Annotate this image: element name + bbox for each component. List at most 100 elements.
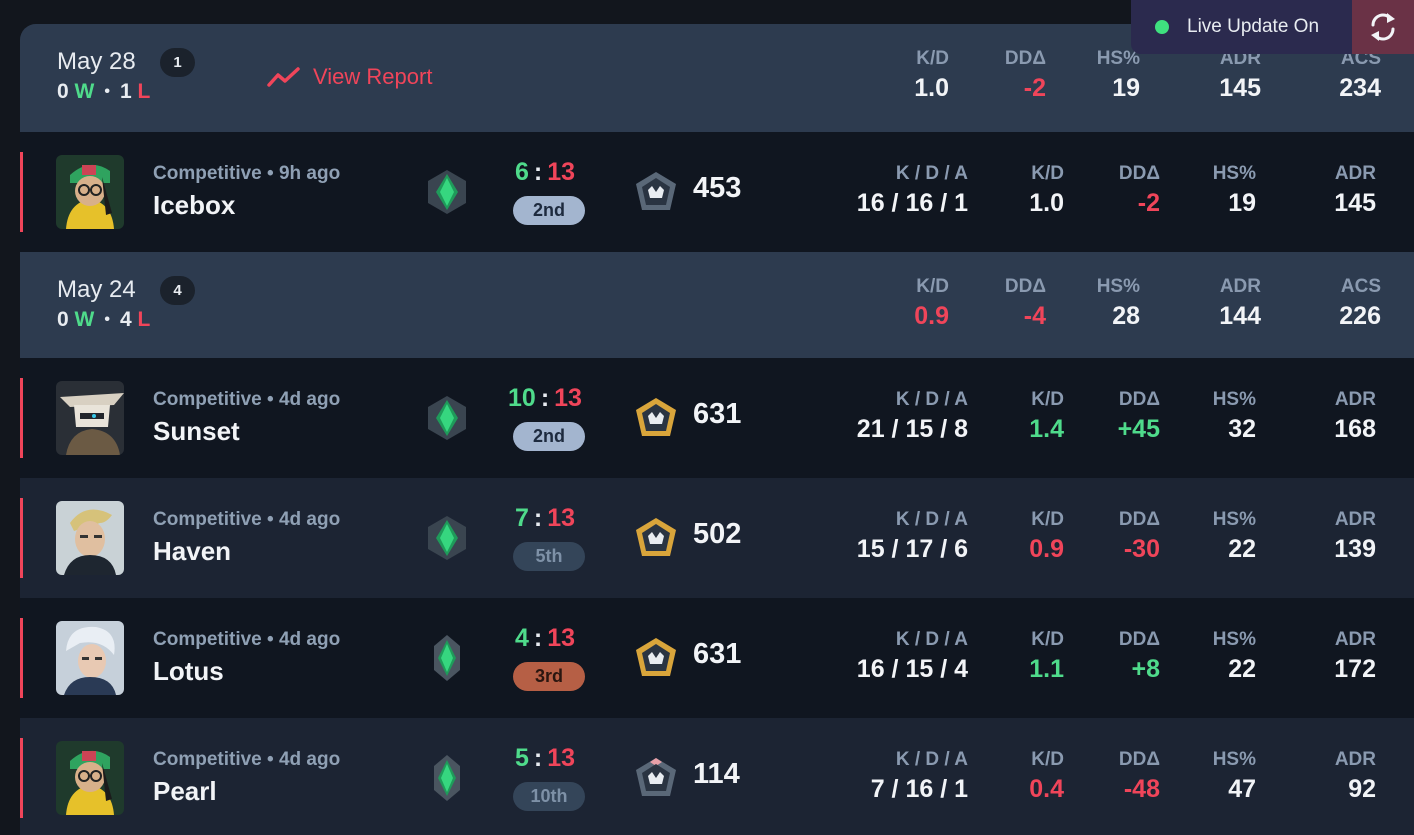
stat-value: -48 (1123, 775, 1160, 803)
opponent-score: 13 (547, 504, 576, 532)
score-separator: : (540, 384, 550, 412)
own-score: 6 (514, 158, 529, 186)
stat-value: +45 (1117, 415, 1160, 443)
losses-letter: L (137, 80, 151, 103)
wins-count: 0 (57, 80, 69, 103)
stat-value: 0.4 (1029, 775, 1064, 803)
match-row[interactable]: Competitive • 4d ago Sunset 10:13 2nd 63… (20, 358, 1414, 478)
match-row[interactable]: Competitive • 4d ago Haven 7:13 5th 502 … (20, 478, 1414, 598)
map-name: Haven (153, 536, 232, 566)
group-stat-kd: K/D 1.0 (914, 48, 949, 103)
stat-hs: HS% 22 (1213, 629, 1256, 684)
stat-label: K / D / A (895, 389, 968, 410)
stat-dd: DDΔ -2 (1119, 163, 1160, 218)
acs-value: 502 (693, 518, 742, 550)
match-mode-time: Competitive • 9h ago (153, 163, 341, 184)
stat-label: DDΔ (1004, 276, 1046, 297)
stat-label: ADR (1334, 163, 1376, 184)
stat-label: DDΔ (1118, 389, 1160, 410)
stat-kda: K / D / A 16 / 15 / 4 (857, 629, 968, 684)
score-separator: : (533, 744, 543, 772)
stat-value: 1.0 (914, 74, 949, 102)
acs-score-icon (636, 398, 676, 436)
rank-emerald-icon (428, 396, 466, 440)
stat-value: 21 / 15 / 8 (856, 415, 968, 443)
loss-indicator (20, 738, 23, 818)
group-stat-hs: HS% 28 (1097, 276, 1140, 331)
match-mode-time: Competitive • 4d ago (153, 389, 341, 410)
stat-kda: K / D / A 21 / 15 / 8 (857, 389, 968, 444)
live-update-toggle[interactable]: Live Update On (1131, 0, 1414, 54)
stat-kd: K/D 1.0 (1029, 163, 1064, 218)
stat-label: DDΔ (1118, 629, 1160, 650)
stat-label: K/D (1031, 389, 1064, 410)
stat-adr: ADR 139 (1334, 509, 1376, 564)
score-separator: : (533, 158, 543, 186)
stat-adr: ADR 172 (1334, 629, 1376, 684)
live-status-dot (1155, 20, 1169, 34)
date-group-header: May 24 4 0 W • 4 L K/D 0.9 DDΔ -4 HS% 28 A… (20, 252, 1414, 358)
rank-emerald-icon (434, 635, 460, 681)
stat-value: 92 (1348, 775, 1376, 803)
view-report-label: View Report (313, 64, 433, 89)
acs-score-icon (636, 638, 676, 676)
stat-adr: ADR 145 (1334, 163, 1376, 218)
acs-score-icon (636, 758, 676, 796)
stat-label: K/D (1031, 749, 1064, 770)
stat-kda: K / D / A 7 / 16 / 1 (871, 749, 968, 804)
stat-value: 172 (1334, 655, 1376, 683)
round-score: 5:13 (490, 744, 600, 773)
wins-letter: W (74, 80, 95, 103)
loss-indicator (20, 618, 23, 698)
group-match-count-badge: 1 (160, 48, 195, 77)
match-mode-time: Competitive • 4d ago (153, 629, 341, 650)
map-name: Lotus (153, 656, 224, 686)
stat-dd: DDΔ +45 (1118, 389, 1160, 444)
stat-value: 16 / 16 / 1 (856, 189, 968, 217)
stat-value: 19 (1228, 189, 1256, 217)
group-match-count-badge: 4 (160, 276, 195, 305)
round-score: 7:13 (490, 504, 600, 533)
opponent-score: 13 (547, 158, 576, 186)
jett-avatar (56, 621, 124, 695)
match-row[interactable]: Competitive • 9h ago Icebox 6:13 2nd 453… (20, 132, 1414, 252)
stat-hs: HS% 47 (1213, 749, 1256, 804)
acs-value: 114 (693, 758, 740, 790)
stat-label: K / D / A (895, 163, 968, 184)
rank-emerald-icon (434, 755, 460, 801)
placement-badge: 5th (513, 542, 585, 571)
match-row[interactable]: Competitive • 4d ago Pearl 5:13 10th 114… (20, 718, 1414, 835)
rank-emerald-icon (428, 516, 466, 560)
stat-label: HS% (1212, 163, 1256, 184)
group-stat-adr: ADR 144 (1219, 276, 1261, 331)
stat-value: 145 (1334, 189, 1376, 217)
stat-label: K / D / A (895, 749, 968, 770)
stat-label: HS% (1212, 389, 1256, 410)
stat-value: -30 (1123, 535, 1160, 563)
stat-kd: K/D 0.4 (1029, 749, 1064, 804)
stat-value: 1.4 (1029, 415, 1064, 443)
viper-avatar (56, 741, 124, 815)
stat-kda: K / D / A 16 / 16 / 1 (857, 163, 968, 218)
stat-value: 22 (1228, 535, 1256, 563)
match-row[interactable]: Competitive • 4d ago Lotus 4:13 3rd 631 … (20, 598, 1414, 718)
stat-label: HS% (1212, 509, 1256, 530)
stat-kd: K/D 0.9 (1029, 509, 1064, 564)
stat-value: 145 (1219, 74, 1261, 102)
round-score: 6:13 (490, 158, 600, 187)
stat-label: K/D (1031, 629, 1064, 650)
placement-badge: 2nd (513, 422, 585, 451)
stat-value: -2 (1137, 189, 1160, 217)
stat-label: K/D (1031, 509, 1064, 530)
stat-label: HS% (1212, 629, 1256, 650)
stat-value: 7 / 16 / 1 (870, 775, 968, 803)
rank-emerald-icon (428, 170, 466, 214)
acs-score-icon (636, 518, 676, 556)
stat-value: 32 (1228, 415, 1256, 443)
group-stat-acs: ACS 226 (1339, 276, 1381, 331)
view-report-button[interactable]: View Report (267, 64, 432, 90)
loss-indicator (20, 152, 23, 232)
round-score: 10:13 (490, 384, 600, 413)
refresh-button[interactable] (1352, 0, 1414, 54)
stat-label: DDΔ (1118, 749, 1160, 770)
